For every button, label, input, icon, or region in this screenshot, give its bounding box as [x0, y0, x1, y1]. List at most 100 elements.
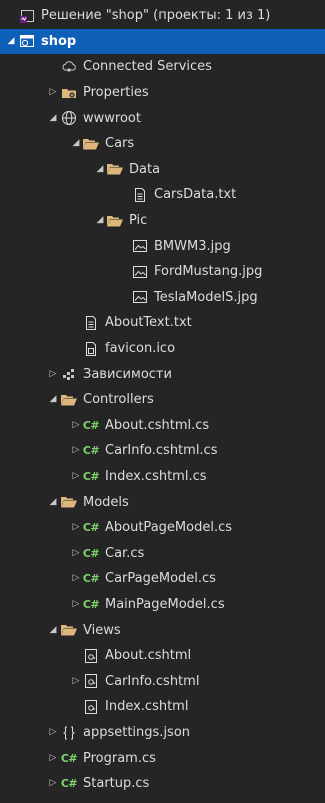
tree-item-label: favicon.ico	[105, 341, 176, 357]
csharp-file-icon: C#	[82, 521, 100, 535]
tree-item[interactable]: ▷ C# CarInfo.cshtml.cs	[0, 438, 325, 464]
tree-item[interactable]: About.cshtml	[0, 643, 325, 669]
tree-item-label: Зависимости	[83, 366, 172, 382]
text-file-icon	[82, 314, 100, 332]
folder-open-icon	[60, 493, 78, 511]
tree-item[interactable]: CarsData.txt	[0, 182, 325, 208]
folder-open-icon	[82, 135, 100, 153]
tree-item[interactable]: ▷ CarInfo.cshtml	[0, 669, 325, 695]
tree-item[interactable]: ▷ C# Index.cshtml.cs	[0, 464, 325, 490]
tree-item-label: Program.cs	[83, 750, 156, 766]
tree-item[interactable]: ▷ Зависимости	[0, 361, 325, 387]
collapse-arrow-icon[interactable]: ◢	[48, 395, 58, 405]
web-project-icon	[18, 32, 36, 50]
tree-item[interactable]: ▷ appsettings.json	[0, 720, 325, 746]
globe-icon	[60, 109, 78, 127]
tree-item[interactable]: ▷ C# AboutPageModel.cs	[0, 515, 325, 541]
collapse-arrow-icon[interactable]: ◢	[48, 497, 58, 507]
tree-item-label: CarInfo.cshtml	[105, 673, 200, 689]
collapse-arrow-icon[interactable]: ◢	[95, 164, 105, 174]
expand-arrow-icon[interactable]: ▷	[71, 420, 81, 430]
csharp-file-icon: C#	[82, 470, 100, 484]
tree-item[interactable]: ◢ Views	[0, 617, 325, 643]
expand-arrow-icon[interactable]: ▷	[71, 548, 81, 558]
text-file-icon	[131, 186, 149, 204]
collapse-arrow-icon[interactable]: ◢	[48, 625, 58, 635]
collapse-arrow-icon[interactable]: ◢	[48, 113, 58, 123]
folder-open-icon	[106, 212, 124, 230]
csharp-file-icon: C#	[60, 777, 78, 791]
expand-arrow-icon[interactable]: ▷	[71, 574, 81, 584]
expand-arrow-icon[interactable]: ▷	[48, 779, 58, 789]
folder-open-icon	[106, 160, 124, 178]
connected-services-icon	[60, 58, 78, 76]
tree-item[interactable]: favicon.ico	[0, 336, 325, 362]
tree-item[interactable]: ◢ Models	[0, 489, 325, 515]
tree-item[interactable]: Решение "shop" (проекты: 1 из 1)	[0, 3, 325, 29]
expand-arrow-icon[interactable]: ▷	[71, 676, 81, 686]
collapse-arrow-icon[interactable]: ◢	[95, 216, 105, 226]
tree-item[interactable]: Connected Services	[0, 54, 325, 80]
tree-item-label: Properties	[83, 85, 149, 101]
tree-item[interactable]: Index.cshtml	[0, 694, 325, 720]
tree-item[interactable]: ▷ C# MainPageModel.cs	[0, 592, 325, 618]
tree-item[interactable]: AboutText.txt	[0, 310, 325, 336]
json-file-icon	[60, 724, 78, 742]
tree-item[interactable]: ▷ C# Startup.cs	[0, 771, 325, 797]
tree-item-label: Models	[83, 494, 129, 510]
tree-item[interactable]: ▷ Properties	[0, 80, 325, 106]
tree-item-label: TeslaModelS.jpg	[154, 289, 258, 305]
expand-arrow-icon[interactable]: ▷	[48, 753, 58, 763]
expand-arrow-icon[interactable]: ▷	[71, 446, 81, 456]
tree-item-label: AboutText.txt	[105, 315, 192, 331]
tree-item[interactable]: FordMustang.jpg	[0, 259, 325, 285]
tree-item[interactable]: ◢ Data	[0, 157, 325, 183]
ico-file-icon	[82, 340, 100, 358]
csharp-file-icon: C#	[82, 598, 100, 612]
tree-item[interactable]: ▷ C# CarPageModel.cs	[0, 566, 325, 592]
tree-item-label: CarInfo.cshtml.cs	[105, 443, 218, 459]
tree-item-label: Index.cshtml.cs	[105, 469, 207, 485]
razor-file-icon	[82, 698, 100, 716]
expand-arrow-icon[interactable]: ▷	[48, 728, 58, 738]
tree-item-label: Решение "shop" (проекты: 1 из 1)	[41, 8, 271, 24]
tree-item[interactable]: TeslaModelS.jpg	[0, 285, 325, 311]
dependencies-icon	[60, 365, 78, 383]
tree-item-label: MainPageModel.cs	[105, 597, 225, 613]
tree-item-label: Index.cshtml	[105, 699, 189, 715]
tree-item-label: CarPageModel.cs	[105, 571, 216, 587]
tree-item[interactable]: ◢ Pic	[0, 208, 325, 234]
tree-item[interactable]: ▷ C# Program.cs	[0, 745, 325, 771]
folder-open-icon	[60, 621, 78, 639]
solution-icon	[18, 7, 36, 25]
razor-file-icon	[82, 647, 100, 665]
tree-item[interactable]: ◢ Controllers	[0, 387, 325, 413]
image-file-icon	[131, 288, 149, 306]
collapse-arrow-icon[interactable]: ◢	[71, 139, 81, 149]
razor-file-icon	[82, 672, 100, 690]
tree-item-label: appsettings.json	[83, 725, 191, 741]
collapse-arrow-icon[interactable]: ◢	[6, 36, 16, 46]
tree-item-label: Cars	[105, 136, 135, 152]
tree-item[interactable]: ◢ wwwroot	[0, 105, 325, 131]
image-file-icon	[131, 263, 149, 281]
csharp-file-icon: C#	[82, 418, 100, 432]
tree-item[interactable]: ◢ shop	[0, 28, 325, 55]
expand-arrow-icon[interactable]: ▷	[48, 369, 58, 379]
csharp-file-icon: C#	[60, 751, 78, 765]
csharp-file-icon: C#	[82, 572, 100, 586]
expand-arrow-icon[interactable]: ▷	[48, 88, 58, 98]
expand-arrow-icon[interactable]: ▷	[71, 472, 81, 482]
properties-folder-icon	[60, 84, 78, 102]
image-file-icon	[131, 237, 149, 255]
tree-item-label: Views	[83, 622, 121, 638]
tree-item-label: Pic	[129, 213, 148, 229]
expand-arrow-icon[interactable]: ▷	[71, 600, 81, 610]
expand-arrow-icon[interactable]: ▷	[71, 523, 81, 533]
folder-open-icon	[60, 391, 78, 409]
tree-item[interactable]: ▷ C# Car.cs	[0, 541, 325, 567]
tree-item[interactable]: ◢ Cars	[0, 131, 325, 157]
tree-item[interactable]: BMWM3.jpg	[0, 233, 325, 259]
tree-item[interactable]: ▷ C# About.cshtml.cs	[0, 413, 325, 439]
csharp-file-icon: C#	[82, 546, 100, 560]
